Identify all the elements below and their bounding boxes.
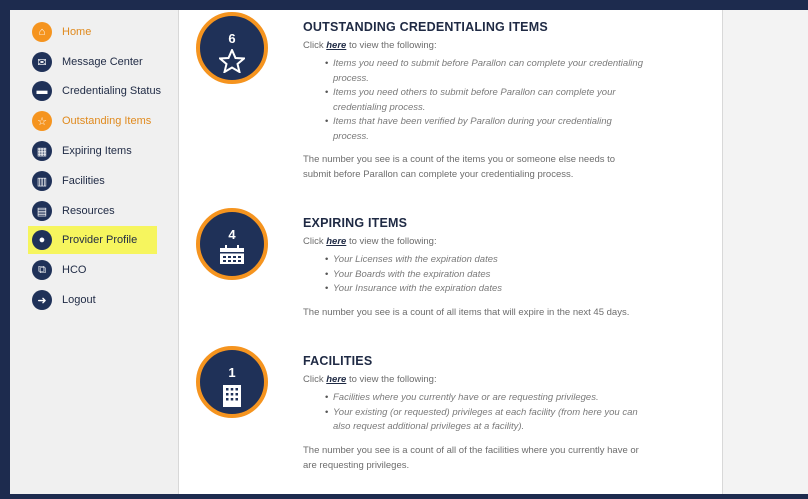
sidebar-item-label: Resources (62, 205, 115, 217)
sidebar-item-outstanding-items[interactable]: ☆ Outstanding Items (32, 107, 151, 135)
sidebar-item-hco[interactable]: ⧉ HCO (32, 256, 86, 284)
click-suffix: to view the following: (346, 374, 437, 385)
sidebar-item-resources[interactable]: ▤ Resources (32, 197, 115, 225)
sidebar-item-label: Logout (62, 294, 96, 306)
facilities-count-badge[interactable]: 1 (196, 346, 268, 418)
bullet-list: Facilities where you currently have or a… (325, 391, 683, 435)
facilities-count: 1 (228, 365, 236, 380)
here-link[interactable]: here (326, 236, 346, 247)
here-link[interactable]: here (326, 40, 346, 51)
user-icon: ● (32, 230, 52, 250)
sidebar-item-provider-profile[interactable]: ● Provider Profile (28, 226, 158, 254)
sidebar-item-label: Provider Profile (62, 234, 138, 246)
count-note: The number you see is a count of all of … (303, 444, 639, 471)
sidebar-item-message-center[interactable]: ✉ Message Center (32, 48, 143, 76)
list-item: Items you need to submit before Parallon… (325, 57, 645, 86)
logout-icon: ➜ (32, 290, 52, 310)
outstanding-section: OUTSTANDING CREDENTIALING ITEMS Click he… (303, 20, 683, 182)
sidebar-item-expiring-items[interactable]: ▦ Expiring Items (32, 137, 132, 165)
sidebar-item-label: Outstanding Items (62, 115, 152, 127)
click-prefix: Click (303, 374, 327, 385)
expiring-count-badge[interactable]: 4 (196, 208, 268, 280)
folder-icon: ▬ (32, 81, 52, 101)
sidebar-item-home[interactable]: ⌂ Home (32, 18, 91, 46)
section-title: EXPIRING ITEMS (303, 216, 408, 230)
section-title: OUTSTANDING CREDENTIALING ITEMS (303, 20, 548, 34)
main-content: 6 OUTSTANDING CREDENTIALING ITEMS Click … (179, 10, 722, 494)
sidebar-item-label: HCO (62, 264, 87, 276)
facilities-section: FACILITIES Click here to view the follow… (303, 354, 683, 473)
list-item: Your Boards with the expiration dates (325, 268, 645, 283)
click-instruction: Click here to view the following: (303, 374, 683, 385)
sidebar-item-label: Message Center (62, 56, 143, 68)
list-item: Items that have been verified by Parallo… (325, 115, 645, 144)
sidebar-item-label: Home (62, 26, 92, 38)
click-suffix: to view the following: (346, 40, 437, 51)
list-item: Facilities where you currently have or a… (325, 391, 645, 406)
count-note: The number you see is a count of the ite… (303, 154, 616, 180)
click-prefix: Click (303, 236, 327, 247)
outstanding-count-badge[interactable]: 6 (196, 12, 268, 84)
sidebar-item-label: Facilities (62, 175, 105, 187)
sidebar-item-credentialing-status[interactable]: ▬ Credentialing Status (32, 77, 161, 105)
hco-icon: ⧉ (32, 260, 52, 280)
bullet-list: Items you need to submit before Parallon… (325, 57, 683, 144)
bullet-list: Your Licenses with the expiration dates … (325, 253, 683, 297)
list-item: Items you need others to submit before P… (325, 86, 645, 115)
click-instruction: Click here to view the following: (303, 236, 683, 247)
book-icon: ▤ (32, 201, 52, 221)
sidebar-item-label: Credentialing Status (62, 85, 162, 97)
click-suffix: to view the following: (346, 236, 437, 247)
expiring-section: EXPIRING ITEMS Click here to view the fo… (303, 216, 683, 320)
here-link[interactable]: here (326, 374, 346, 385)
calendar-icon: ▦ (32, 141, 52, 161)
click-prefix: Click (303, 40, 327, 51)
calendar-icon (220, 245, 244, 264)
sidebar-item-label: Expiring Items (62, 145, 132, 157)
sidebar-item-logout[interactable]: ➜ Logout (32, 286, 96, 314)
click-instruction: Click here to view the following: (303, 40, 683, 51)
list-item: Your existing (or requested) privileges … (325, 406, 645, 435)
expiring-count: 4 (228, 227, 236, 242)
list-item: Your Licenses with the expiration dates (325, 253, 645, 268)
count-note: The number you see is a count of all ite… (303, 306, 630, 318)
sidebar: ⌂ Home ✉ Message Center ▬ Credentialing … (10, 10, 178, 494)
building-icon: ▥ (32, 171, 52, 191)
list-item: Your Insurance with the expiration dates (325, 282, 645, 297)
star-icon (219, 49, 245, 73)
app-frame: ⌂ Home ✉ Message Center ▬ Credentialing … (10, 10, 808, 494)
sidebar-item-facilities[interactable]: ▥ Facilities (32, 167, 105, 195)
outstanding-count: 6 (228, 31, 236, 46)
building-icon (223, 385, 241, 407)
star-icon: ☆ (32, 111, 52, 131)
right-panel (723, 10, 808, 494)
home-icon: ⌂ (32, 22, 52, 42)
envelope-icon: ✉ (32, 52, 52, 72)
section-title: FACILITIES (303, 354, 373, 368)
